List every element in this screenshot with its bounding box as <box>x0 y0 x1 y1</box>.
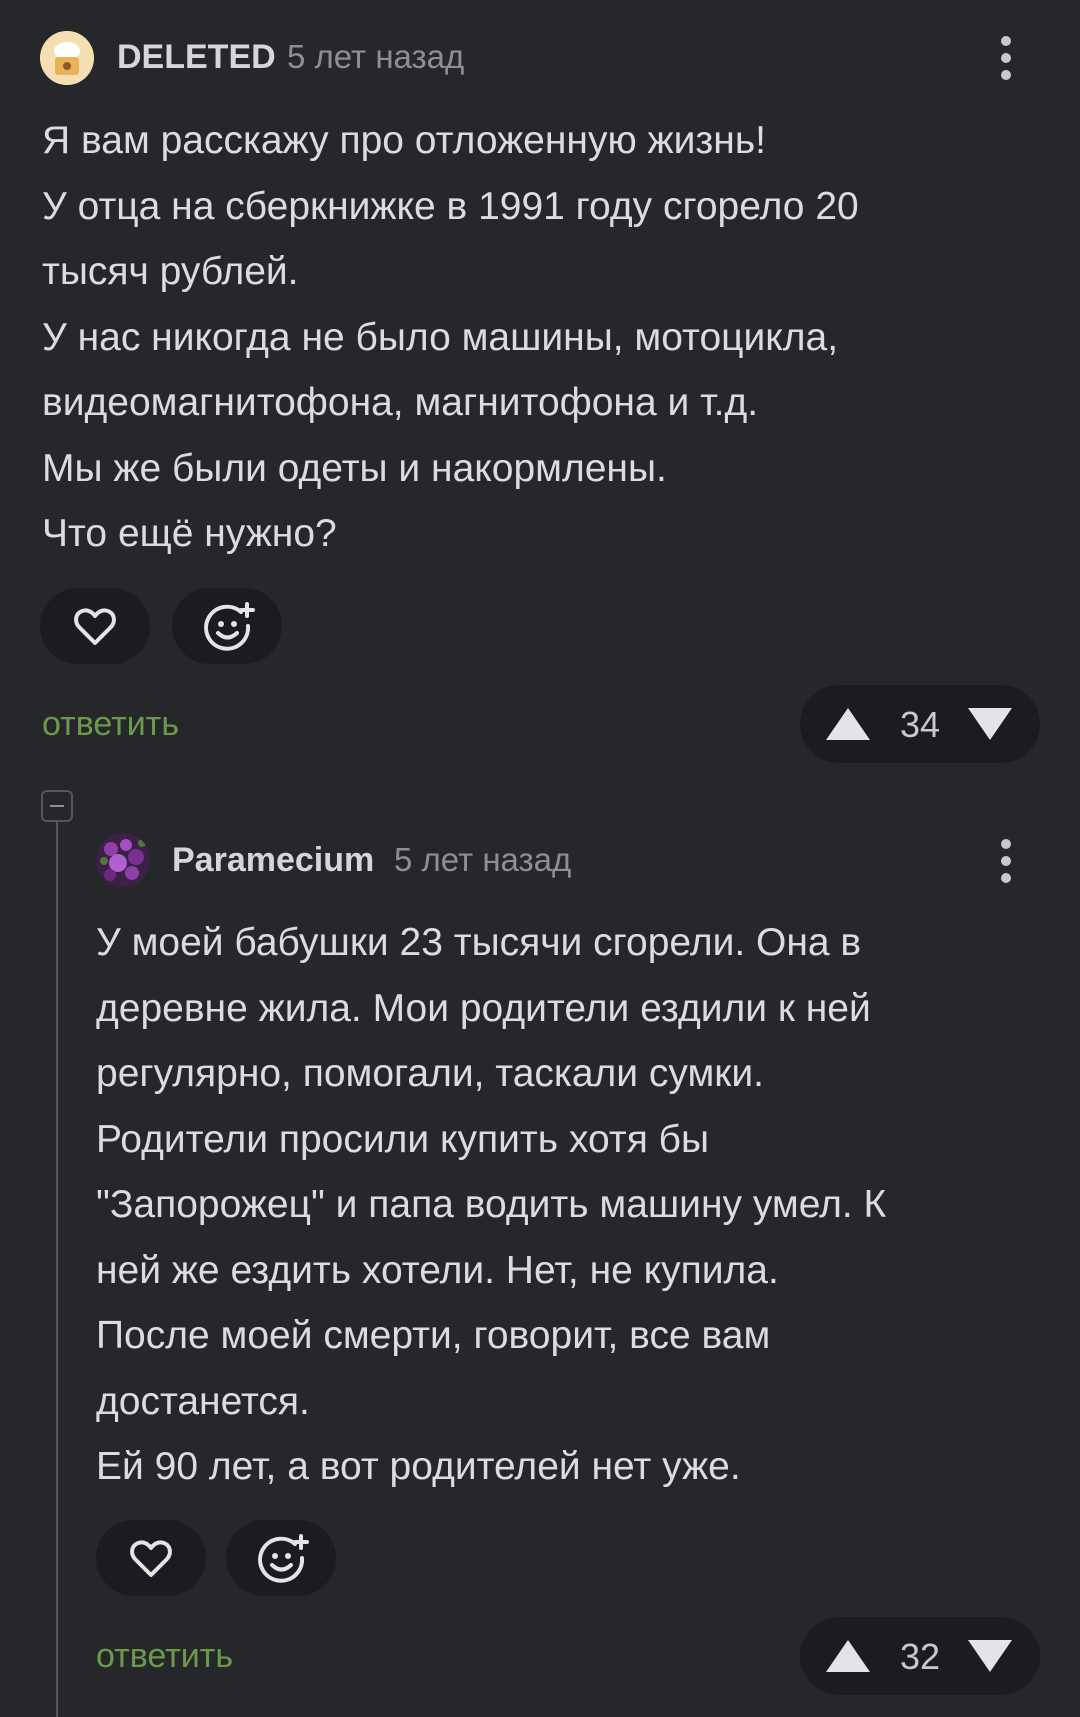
heart-icon <box>74 608 116 645</box>
vote-box: 34 <box>800 685 1040 763</box>
add-reaction-button[interactable] <box>226 1520 336 1596</box>
comment-line: Ей 90 лет, а вот родителей нет уже. <box>96 1445 741 1488</box>
reply-button[interactable]: ответить <box>42 705 179 744</box>
comment-line: Я вам расскажу про отложенную жизнь! <box>42 119 766 162</box>
vote-count: 32 <box>899 1636 941 1677</box>
comment-author-name[interactable]: Paramecium <box>172 841 374 880</box>
like-button[interactable] <box>40 588 150 664</box>
comment-line: Родители просили купить хотя бы <box>96 1117 710 1161</box>
thread-line <box>56 806 58 1717</box>
comment-line: регулярно, помогали, таскали сумки. <box>96 1052 764 1095</box>
smiley-plus-icon <box>204 602 255 651</box>
comment-line: У отца на сберкнижке в 1991 году сгорело… <box>42 184 859 228</box>
avatar-deleted[interactable] <box>40 31 94 85</box>
triangle-up-icon[interactable] <box>824 1638 872 1674</box>
more-vertical-icon[interactable] <box>986 30 1026 86</box>
comment-text: У моей бабушки 23 тысячи сгорели. Она в … <box>96 910 1056 1500</box>
paramecium-avatar-image <box>96 833 150 887</box>
comment-timestamp: 5 лет назад <box>394 841 572 878</box>
comment-line: тысяч рублей. <box>42 250 299 293</box>
comment-line: Что ещё нужно? <box>42 512 337 555</box>
comment-text: Я вам расскажу про отложенную жизнь! У о… <box>42 108 1042 567</box>
comment-line: У нас никогда не было машины, мотоцикла, <box>42 315 839 359</box>
like-button[interactable] <box>96 1520 206 1596</box>
minus-square-icon[interactable] <box>41 790 73 822</box>
comment-author-name[interactable]: DELETED <box>117 38 276 77</box>
add-reaction-button[interactable] <box>172 588 282 664</box>
reply-button[interactable]: ответить <box>96 1637 233 1676</box>
vote-count: 34 <box>899 704 941 745</box>
comment-line: "Запорожец" и папа водить машину умел. К <box>96 1183 887 1226</box>
comment-line: У моей бабушки 23 тысячи сгорели. Она в <box>96 921 862 964</box>
comment-line: видеомагнитофона, магнитофона и т.д. <box>42 381 759 424</box>
comment-line: деревне жила. Мои родители ездили к ней <box>96 986 871 1030</box>
deleted-avatar-image <box>40 31 94 85</box>
heart-icon <box>130 1540 172 1577</box>
avatar-paramecium[interactable] <box>96 833 150 887</box>
comment-line: После моей смерти, говорит, все вам <box>96 1314 771 1357</box>
more-vertical-icon[interactable] <box>986 833 1026 889</box>
smiley-plus-icon <box>258 1534 309 1583</box>
triangle-down-icon[interactable] <box>966 1638 1014 1674</box>
comment-line: Мы же были одеты и накормлены. <box>42 446 667 490</box>
comment-timestamp: 5 лет назад <box>287 38 465 75</box>
triangle-down-icon[interactable] <box>966 706 1014 742</box>
vote-box: 32 <box>800 1617 1040 1695</box>
comment-line: достанется. <box>96 1379 310 1423</box>
triangle-up-icon[interactable] <box>824 706 872 742</box>
comment-line: ней же ездить хотели. Нет, не купила. <box>96 1248 779 1292</box>
